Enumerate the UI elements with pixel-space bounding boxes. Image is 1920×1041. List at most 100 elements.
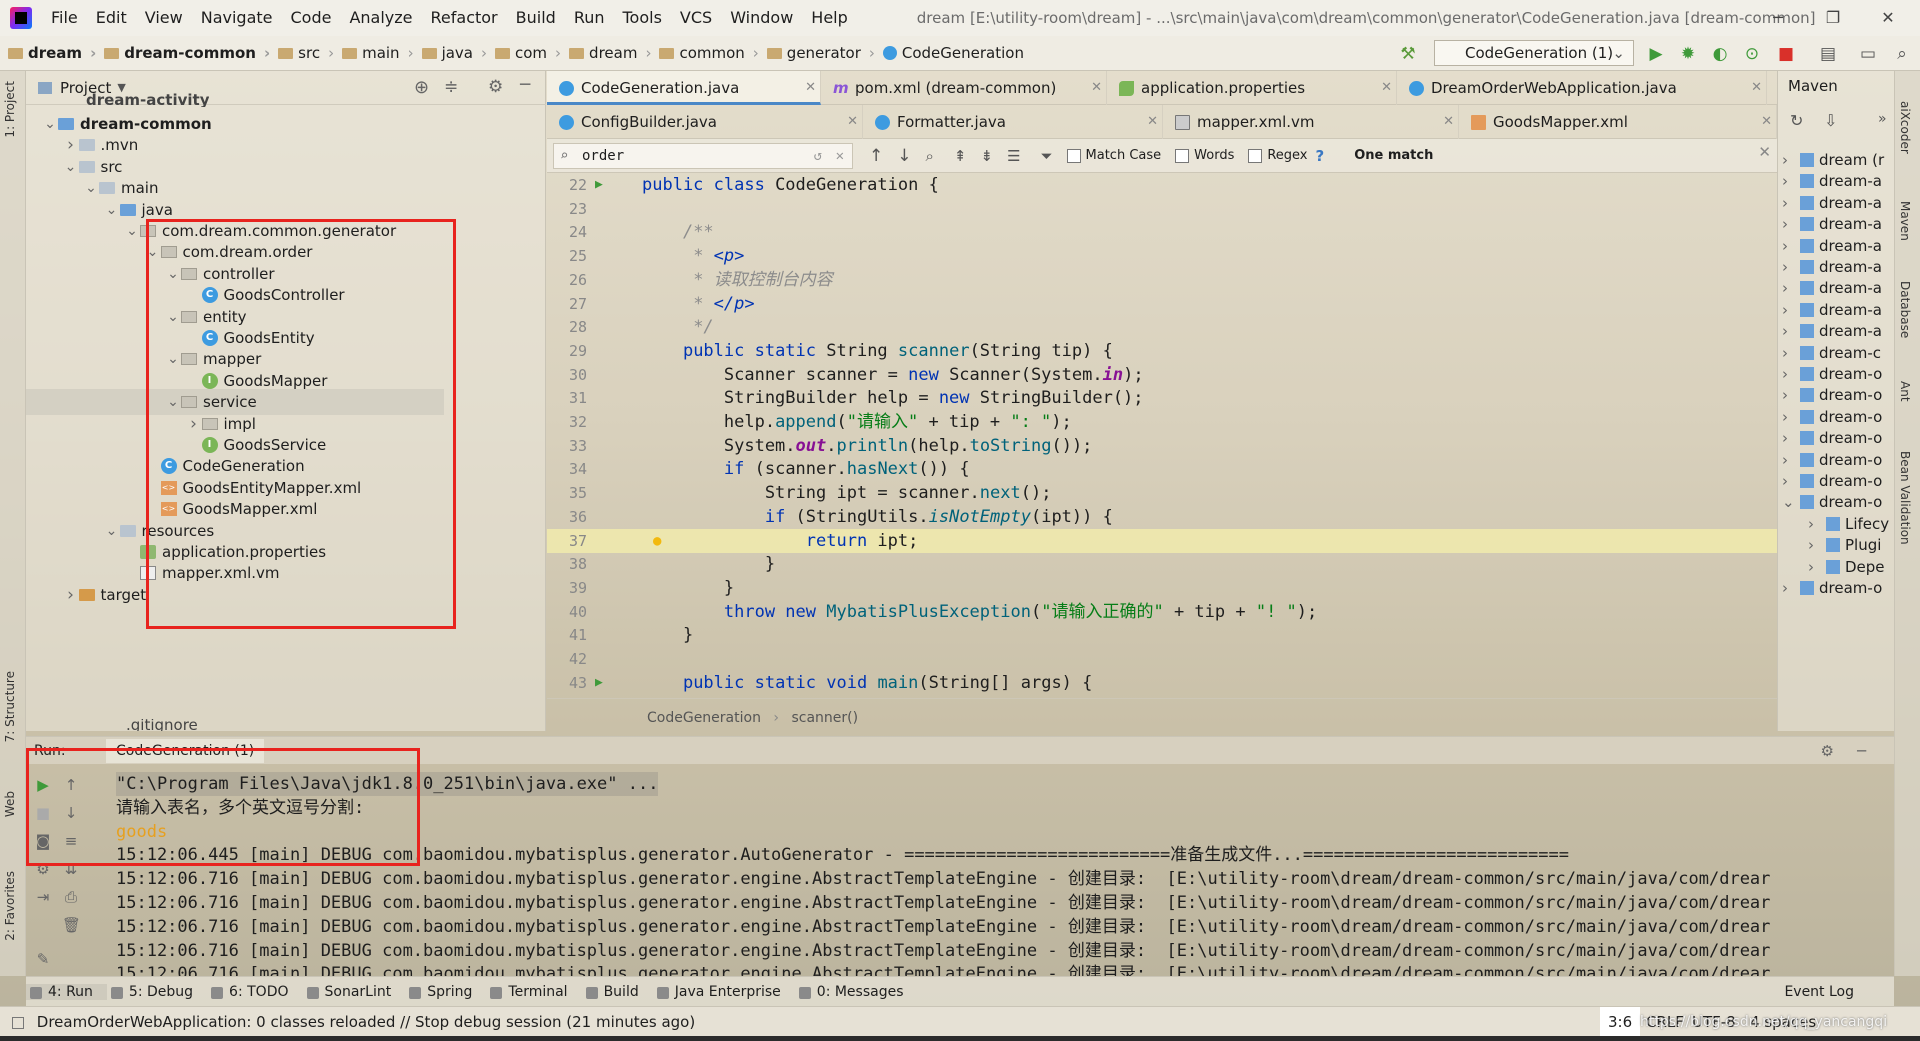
previous-occurrence-icon[interactable]: ↑ [869,146,883,166]
maven-item[interactable]: › dream-o [1782,575,1882,601]
tool-tab-aixcoder[interactable]: aiXcoder [1898,101,1912,154]
find-input[interactable]: ⌕ order ↺ ✕ [553,142,853,169]
restore-icon[interactable]: ❐ [1810,0,1856,36]
words-checkbox[interactable]: Words [1175,148,1234,163]
filter-icon[interactable]: ⏷ [1041,147,1053,165]
breadcrumb-item[interactable]: src › [270,44,334,62]
line-number[interactable]: 26 [547,268,587,292]
gear-icon[interactable]: ⚙ [488,77,503,97]
search-icon[interactable]: ⌕ [1892,44,1912,64]
tool-tab-database[interactable]: Database [1898,281,1912,338]
line-number[interactable]: 38 [547,552,587,576]
breadcrumb-item[interactable]: common › [651,44,759,62]
line-number[interactable]: 30 [547,363,587,387]
gear-icon[interactable]: ⚙ [1821,737,1834,765]
clear-icon[interactable]: ✕ [836,144,844,168]
profile-icon[interactable]: ⊙ [1742,44,1762,64]
regex-checkbox[interactable]: Regex [1248,148,1308,163]
close-find-icon[interactable]: ✕ [1758,143,1771,161]
close-tab-icon[interactable]: ✕ [1443,105,1454,139]
tool-tab-ant[interactable]: Ant [1898,381,1912,402]
pin-icon[interactable]: ✎ [34,950,52,968]
trash-icon[interactable]: 🗑 [62,916,81,934]
menu-file[interactable]: File [42,0,87,36]
close-icon[interactable]: ✕ [1865,0,1911,36]
tool-tab-bean-validation[interactable]: Bean Validation [1898,451,1912,545]
chevron-right-icon[interactable]: › [63,582,79,608]
tool-window-tab[interactable]: Spring [405,984,486,1000]
select-all-occurrences-icon[interactable]: ☰ [1007,147,1020,165]
menu-refactor[interactable]: Refactor [422,0,507,36]
editor-tab[interactable]: application.properties ✕ [1107,71,1397,105]
menu-code[interactable]: Code [282,0,341,36]
line-number[interactable]: 34 [547,457,587,481]
breadcrumb-item[interactable]: dream-common › [96,44,270,62]
line-number[interactable]: 39 [547,576,587,600]
menu-build[interactable]: Build [507,0,565,36]
editor-tab[interactable]: mapper.xml.vm ✕ [1163,105,1459,139]
more-icon[interactable]: » [1878,111,1887,127]
line-number[interactable]: 29 [547,339,587,363]
match-case-checkbox[interactable]: Match Case [1066,148,1161,163]
tool-tab-project[interactable]: 1: Project [3,81,17,138]
line-number[interactable]: 43 [547,671,587,695]
tool-window-tab[interactable]: Terminal [486,984,581,1000]
find-all-icon[interactable]: ⌕ [926,147,934,165]
minimize-icon[interactable]: ─ [1755,0,1801,36]
tool-window-tab[interactable]: 6: TODO [207,984,302,1000]
print-icon[interactable]: ⎙ [62,888,80,906]
tool-window-tab[interactable]: SonarLint [303,984,406,1000]
line-number[interactable]: 40 [547,600,587,624]
tool-window-tab[interactable]: Java Enterprise [653,984,795,1000]
build-hammer-icon[interactable]: ⚒ [1398,44,1418,64]
tool-tab-maven[interactable]: Maven [1898,201,1912,241]
close-tab-icon[interactable]: ✕ [847,105,858,139]
line-number[interactable]: 36 [547,505,587,529]
coverage-icon[interactable]: ◐ [1710,44,1730,64]
locate-icon[interactable]: ⊕ [414,77,429,98]
hide-icon[interactable]: ─ [1857,737,1866,765]
add-selection-icon[interactable]: ⇞ [954,147,967,165]
breadcrumb-item[interactable]: java › [414,44,487,62]
close-tab-icon[interactable]: ✕ [1147,105,1158,139]
editor-tab[interactable]: DreamOrderWebApplication.java ✕ [1397,71,1767,105]
menu-vcs[interactable]: VCS [671,0,721,36]
reimport-icon[interactable]: ⇩ [1824,111,1837,130]
collapse-all-icon[interactable]: ≑ [444,77,458,97]
breadcrumb-item[interactable]: com › [487,44,561,62]
run-gutter-icon[interactable]: ▶ [595,671,603,695]
close-tab-icon[interactable]: ✕ [1751,71,1762,105]
run-icon[interactable]: ▶ [1646,44,1666,64]
breadcrumb-method[interactable]: scanner() [791,710,858,726]
editor-tab[interactable]: m pom.xml (dream-common) ✕ [821,71,1107,105]
breadcrumb-item[interactable]: generator › [759,44,875,62]
chevron-down-icon[interactable]: ⌄ [1782,489,1796,515]
close-tab-icon[interactable]: ✕ [805,71,816,105]
line-number[interactable]: 42 [547,647,587,671]
code-editor[interactable]: 22 ▶ public class CodeGeneration {23 24 /**… [547,173,1777,698]
run-configuration-select[interactable]: CodeGeneration (1) ⌄ [1434,40,1634,66]
history-icon[interactable]: ↺ [814,144,822,168]
chevron-right-icon[interactable]: › [1782,575,1796,601]
line-number[interactable]: 23 [547,197,587,221]
breadcrumb-class[interactable]: CodeGeneration [647,710,761,726]
line-number[interactable]: 27 [547,292,587,316]
debug-icon[interactable]: ✹ [1678,44,1698,64]
breadcrumb-item[interactable]: dream › [0,44,96,62]
editor-tab[interactable]: Formatter.java ✕ [863,105,1163,139]
caret-position[interactable]: 3:6 [1600,1007,1641,1037]
menu-run[interactable]: Run [565,0,614,36]
remove-selection-icon[interactable]: ⇟ [980,147,993,165]
breadcrumb-item[interactable]: dream › [561,44,651,62]
stop-icon[interactable]: ■ [1776,44,1796,64]
breadcrumb-item[interactable]: main › [334,44,414,62]
status-toggle-icon[interactable] [12,1016,24,1029]
menu-help[interactable]: Help [802,0,856,36]
event-log-button[interactable]: Event Log [1766,984,1854,1000]
line-number[interactable]: 41 [547,623,587,647]
editor-tab[interactable]: GoodsMapper.xml ✕ [1459,105,1777,139]
editor-tab[interactable]: CodeGeneration.java ✕ [547,71,821,105]
line-number[interactable]: 24 [547,220,587,244]
breadcrumb-item[interactable]: CodeGeneration [875,44,1024,62]
hide-icon[interactable]: ─ [520,75,530,95]
